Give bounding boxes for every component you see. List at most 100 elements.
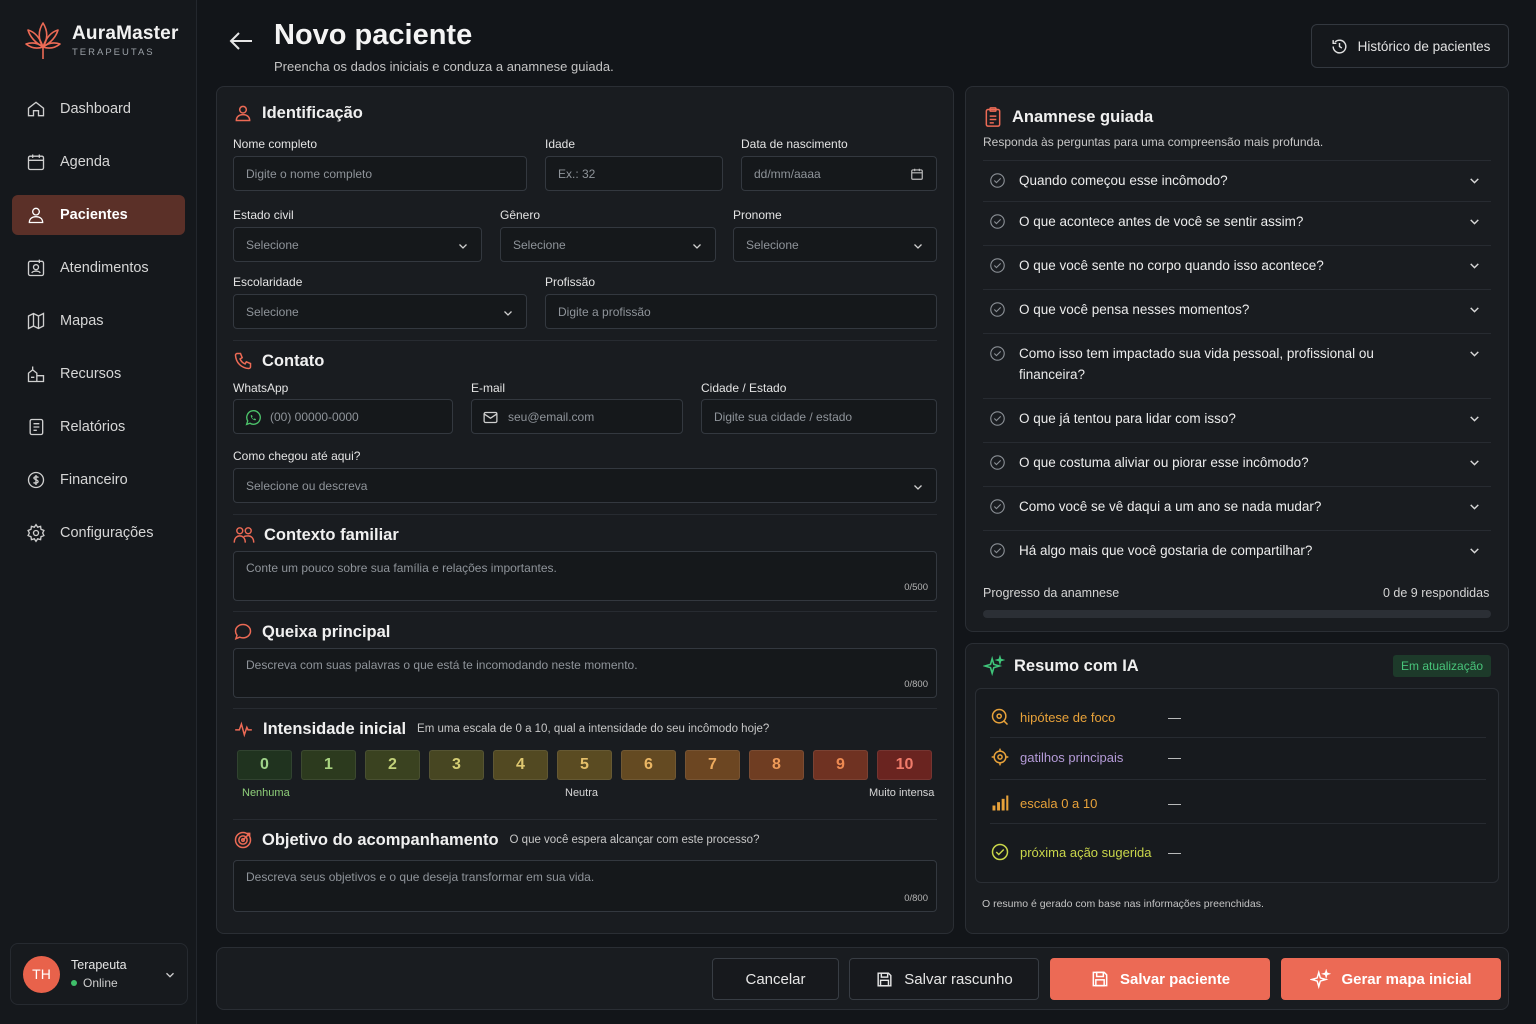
queixa-textarea[interactable]: Descreva com suas palavras o que está te…: [233, 648, 937, 698]
anamnese-question-6[interactable]: O que já tentou para lidar com isso?: [983, 398, 1491, 442]
nascimento-label: Data de nascimento: [741, 137, 848, 151]
check-circle-icon: [989, 410, 1006, 427]
nome-label: Nome completo: [233, 137, 318, 151]
pronome-select[interactable]: Selecione: [733, 227, 937, 262]
ai-row-value: —: [1168, 844, 1181, 860]
anamnese-question-1[interactable]: Quando começou esse incômodo?: [983, 160, 1491, 201]
intensity-option-0[interactable]: 0: [237, 750, 292, 780]
question-text: Como você se vê daqui a um ano se nada m…: [1019, 499, 1322, 514]
chevron-down-icon[interactable]: [1468, 347, 1481, 360]
intensity-option-8[interactable]: 8: [749, 750, 804, 780]
cidade-input[interactable]: Digite sua cidade / estado: [701, 399, 937, 434]
intensity-option-6[interactable]: 6: [621, 750, 676, 780]
report-icon: [29, 418, 44, 436]
pronome-label: Pronome: [733, 208, 782, 222]
chevron-down-icon[interactable]: [1468, 303, 1481, 316]
nascimento-input[interactable]: dd/mm/aaaa: [741, 156, 937, 191]
app-logo[interactable]: AuraMaster TERAPEUTAS: [24, 19, 179, 61]
intensidade-title: Intensidade inicial Em uma escala de 0 a…: [233, 719, 769, 739]
intensity-option-3[interactable]: 3: [429, 750, 484, 780]
cidade-placeholder: Digite sua cidade / estado: [714, 409, 853, 424]
sidebar-item-label: Relatórios: [60, 419, 126, 435]
calendar-icon: [27, 154, 45, 171]
chevron-down-icon[interactable]: [1468, 544, 1481, 557]
estado-civil-select[interactable]: Selecione: [233, 227, 482, 262]
intensity-option-10[interactable]: 10: [877, 750, 932, 780]
anamnese-question-7[interactable]: O que costuma aliviar ou piorar esse inc…: [983, 442, 1491, 486]
objetivo-textarea[interactable]: Descreva seus objetivos e o que deseja t…: [233, 860, 937, 912]
anamnese-question-3[interactable]: O que você sente no corpo quando isso ac…: [983, 245, 1491, 289]
idade-input[interactable]: Ex.: 32: [545, 156, 723, 191]
intensity-option-4[interactable]: 4: [493, 750, 548, 780]
whatsapp-input[interactable]: (00) 00000-0000: [233, 399, 453, 434]
contexto-textarea[interactable]: Conte um pouco sobre sua família e relaç…: [233, 551, 937, 601]
check-circle-icon: [989, 542, 1006, 559]
sidebar-item-label: Atendimentos: [60, 260, 149, 276]
sidebar-item-configuracoes[interactable]: Configurações: [12, 513, 185, 553]
sidebar-item-financeiro[interactable]: Financeiro: [12, 460, 185, 500]
queixa-placeholder: Descreva com suas palavras o que está te…: [246, 658, 638, 672]
divider: [233, 819, 937, 820]
ai-row-label: gatilhos principais: [1020, 749, 1124, 765]
sidebar-item-mapas[interactable]: Mapas: [12, 301, 185, 341]
question-text: O que já tentou para lidar com isso?: [1019, 411, 1236, 426]
save-draft-button[interactable]: Salvar rascunho: [849, 958, 1039, 1000]
sparkle-icon: [983, 655, 1005, 677]
user-card[interactable]: TH Terapeuta Online: [10, 943, 188, 1005]
question-text: O que você sente no corpo quando isso ac…: [1019, 258, 1324, 273]
anamnese-question-5[interactable]: Como isso tem impactado sua vida pessoal…: [983, 333, 1491, 398]
escolaridade-select[interactable]: Selecione: [233, 294, 527, 329]
intensity-option-7[interactable]: 7: [685, 750, 740, 780]
intensity-option-1[interactable]: 1: [301, 750, 356, 780]
cancel-button[interactable]: Cancelar: [712, 958, 839, 1000]
chevron-down-icon[interactable]: [163, 968, 177, 982]
objetivo-char-count: 0/800: [904, 893, 928, 904]
sidebar-item-agenda[interactable]: Agenda: [12, 142, 185, 182]
calendar-icon[interactable]: [910, 167, 924, 181]
ai-summary-note: O resumo é gerado com base nas informaçõ…: [982, 898, 1264, 910]
anamnese-question-4[interactable]: O que você pensa nesses momentos?: [983, 289, 1491, 333]
anamnese-question-8[interactable]: Como você se vê daqui a um ano se nada m…: [983, 486, 1491, 530]
nome-placeholder: Digite o nome completo: [246, 166, 373, 181]
sidebar-item-recursos[interactable]: Recursos: [12, 354, 185, 394]
origem-select[interactable]: Selecione ou descreva: [233, 468, 937, 503]
save-patient-button[interactable]: Salvar paciente: [1050, 958, 1270, 1000]
anamnese-question-9[interactable]: Há algo mais que você gostaria de compar…: [983, 530, 1491, 573]
question-text: O que costuma aliviar ou piorar esse inc…: [1019, 455, 1309, 470]
sidebar-item-relatorios[interactable]: Relatórios: [12, 407, 185, 447]
sidebar-item-atendimentos[interactable]: Atendimentos: [12, 248, 185, 288]
genero-select[interactable]: Selecione: [500, 227, 716, 262]
contexto-title-text: Contexto familiar: [264, 525, 399, 544]
intensity-option-5[interactable]: 5: [557, 750, 612, 780]
chevron-down-icon[interactable]: [1468, 456, 1481, 469]
sidebar-item-pacientes[interactable]: Pacientes: [12, 195, 185, 235]
user-status-label: Online: [83, 976, 118, 990]
whatsapp-placeholder: (00) 00000-0000: [270, 409, 359, 424]
save-icon: [877, 971, 892, 987]
chevron-down-icon[interactable]: [1468, 215, 1481, 228]
chevron-down-icon[interactable]: [1468, 259, 1481, 272]
sidebar-nav: Dashboard Agenda Pacientes Atendimentos …: [12, 89, 185, 566]
genero-value: Selecione: [513, 237, 566, 252]
contato-title: Contato: [233, 351, 324, 371]
check-circle-icon: [989, 213, 1006, 230]
patient-history-button[interactable]: Histórico de pacientes: [1311, 24, 1509, 68]
generate-map-button[interactable]: Gerar mapa inicial: [1281, 958, 1501, 1000]
resources-icon: [27, 366, 45, 383]
intensity-option-9[interactable]: 9: [813, 750, 868, 780]
sidebar-item-dashboard[interactable]: Dashboard: [12, 89, 185, 129]
email-input[interactable]: seu@email.com: [471, 399, 683, 434]
contato-title-text: Contato: [262, 351, 325, 370]
phone-icon: [234, 352, 252, 370]
chevron-down-icon[interactable]: [1468, 412, 1481, 425]
profissao-input[interactable]: Digite a profissão: [545, 294, 937, 329]
nome-input[interactable]: Digite o nome completo: [233, 156, 527, 191]
whatsapp-label: WhatsApp: [233, 381, 289, 395]
chevron-down-icon[interactable]: [1468, 174, 1481, 187]
anamnese-question-2[interactable]: O que acontece antes de você se sentir a…: [983, 201, 1491, 245]
intensity-option-2[interactable]: 2: [365, 750, 420, 780]
sidebar-item-label: Recursos: [60, 366, 122, 382]
back-arrow-icon[interactable]: [228, 30, 254, 52]
chevron-down-icon[interactable]: [1468, 500, 1481, 513]
divider: [233, 708, 937, 709]
